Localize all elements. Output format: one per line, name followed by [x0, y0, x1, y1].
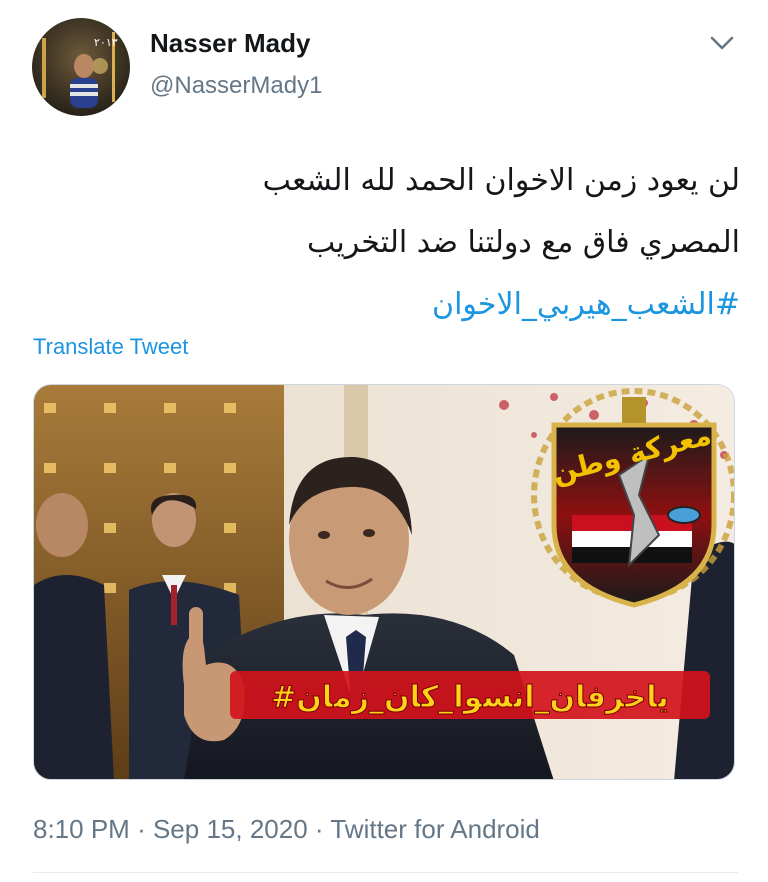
tweet-meta: 8:10 PM · Sep 15, 2020 · Twitter for And…: [33, 814, 540, 845]
author-handle[interactable]: @NasserMady1: [150, 72, 322, 100]
author-name[interactable]: Nasser Mady: [150, 28, 310, 59]
tweet-text: لن يعود زمن الاخوان الحمد لله الشعب المص…: [60, 150, 740, 336]
overlay-hashtag: #ياخرفان_انسوا_كان_زمان: [271, 680, 669, 715]
hashtag-link[interactable]: #الشعب_هيربي_الاخوان: [60, 274, 740, 336]
tweet-text-line: المصري فاق مع دولتنا ضد التخريب: [306, 225, 740, 260]
meta-separator: ·: [137, 814, 146, 844]
meta-separator: ·: [314, 814, 324, 844]
translate-tweet-link[interactable]: Translate Tweet: [33, 334, 188, 360]
emblem-badge: معركة وطن: [531, 388, 734, 608]
avatar-photo: ٢٠١٣: [32, 18, 130, 116]
tweet-source-link[interactable]: Twitter for Android: [330, 814, 540, 844]
divider: [33, 872, 738, 873]
tweet-date[interactable]: Sep 15, 2020: [153, 814, 308, 844]
tweet-text-line: لن يعود زمن الاخوان الحمد لله الشعب: [262, 163, 740, 198]
tweet-media-image[interactable]: معركة وطن #ياخرفان_انسوا_كان_زمان: [33, 384, 735, 780]
avatar-caption: ٢٠١٣: [94, 36, 118, 49]
tweet-time[interactable]: 8:10 PM: [33, 814, 130, 844]
chevron-down-icon[interactable]: [706, 30, 738, 56]
avatar[interactable]: ٢٠١٣: [32, 18, 130, 116]
